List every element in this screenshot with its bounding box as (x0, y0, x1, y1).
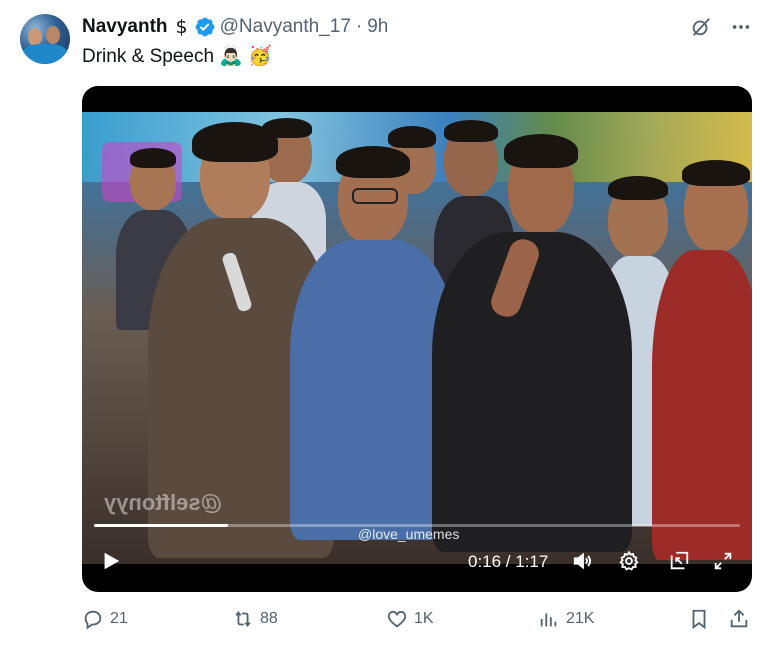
verified-badge-icon (194, 16, 216, 38)
video-frame[interactable]: @selftonyy (82, 112, 752, 564)
bookmark-icon (692, 609, 706, 630)
tweet-header: Navyanth $ @Navyanth_17 · 9h (82, 15, 388, 39)
views-button[interactable]: 21K (538, 608, 594, 630)
video-watermark-reversed: @selftonyy (104, 490, 223, 515)
volume-icon[interactable] (572, 550, 594, 572)
play-icon[interactable] (100, 550, 122, 572)
video-progress-fill (94, 524, 228, 527)
tweet-top-actions (690, 16, 752, 38)
avatar-jersey (22, 44, 68, 64)
avatar-figure-2 (46, 26, 60, 44)
more-dots-icon[interactable] (730, 16, 752, 38)
video-controls: @love_umemes 0:16 / 1:17 (82, 514, 752, 592)
reply-icon (84, 610, 102, 630)
settings-gear-icon[interactable] (618, 550, 640, 572)
video-time-readout: 0:16 / 1:17 (468, 552, 549, 571)
video-watermark: @love_umemes (358, 526, 460, 542)
repost-button[interactable]: 88 (232, 608, 278, 630)
fullscreen-icon[interactable] (712, 550, 734, 572)
reply-button[interactable]: 21 (82, 608, 128, 630)
like-button[interactable]: 1K (386, 608, 434, 630)
reply-count: 21 (110, 610, 128, 627)
post-time[interactable]: 9h (367, 16, 388, 38)
video-player[interactable]: @selftonyy @love_umemes 0:16 / 1:17 (82, 86, 752, 592)
separator-dot: · (355, 16, 363, 37)
repost-icon (235, 611, 251, 627)
share-icon (730, 609, 748, 628)
repost-count: 88 (260, 610, 278, 627)
like-icon (387, 610, 407, 628)
like-count: 1K (414, 610, 434, 627)
views-icon (540, 613, 557, 627)
author-handle[interactable]: @Navyanth_17 (220, 16, 351, 38)
dollar-symbol: $ (175, 16, 188, 38)
author-name[interactable]: Navyanth (82, 16, 168, 38)
share-button[interactable] (728, 608, 750, 630)
tweet-text: Drink & Speech 🙇🏻‍♂️ 🥳 (82, 46, 272, 67)
tweet-action-bar: 21 88 1K 21K (82, 608, 752, 636)
views-count: 21K (566, 610, 595, 627)
picture-in-picture-icon[interactable] (668, 550, 690, 572)
avatar[interactable] (20, 14, 70, 64)
bookmark-button[interactable] (688, 608, 710, 630)
grok-icon[interactable] (690, 16, 712, 38)
